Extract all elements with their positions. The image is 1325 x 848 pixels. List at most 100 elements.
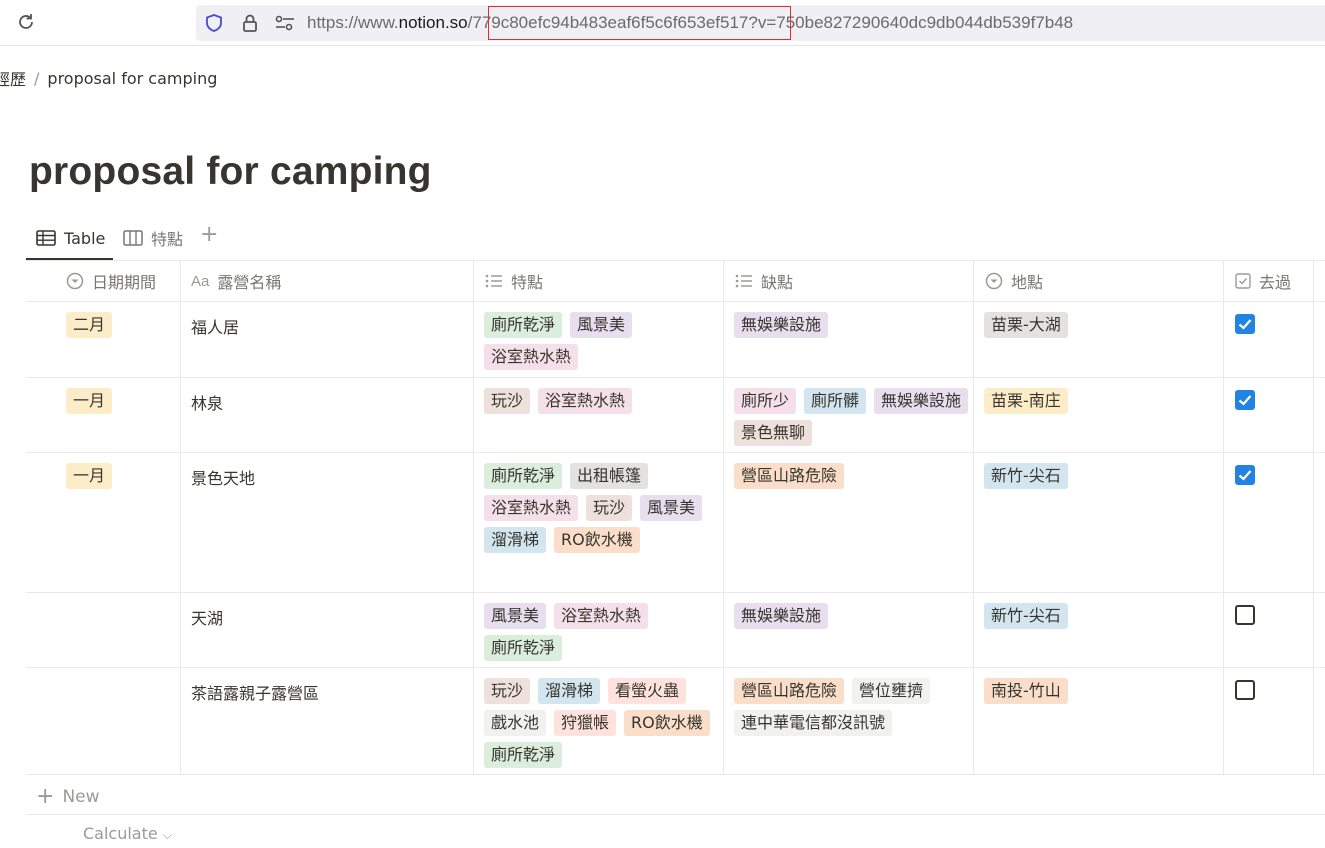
pros-cell[interactable]: 風景美 浴室熱水熱 廁所乾淨 xyxy=(484,603,724,661)
tab-board-label: 特點 xyxy=(151,230,184,249)
cons-cell[interactable]: 無娛樂設施 xyxy=(734,603,974,629)
pros-cell[interactable]: 玩沙 浴室熱水熱 xyxy=(484,388,724,414)
table-icon xyxy=(36,230,56,246)
add-view-button[interactable]: + xyxy=(200,222,218,247)
tag: 南投-竹山 xyxy=(984,678,1068,704)
tag: 狩獵帳 xyxy=(554,710,617,736)
cons-cell[interactable]: 營區山路危險 xyxy=(734,463,974,489)
visited-checkbox[interactable] xyxy=(1235,465,1255,485)
tag: 浴室熱水熱 xyxy=(484,344,579,370)
calculate-button[interactable]: Calculate ⌵ xyxy=(83,824,172,843)
row-divider xyxy=(26,452,1325,453)
tab-board[interactable]: 特點 xyxy=(123,224,183,252)
tag: 苗栗-大湖 xyxy=(984,312,1068,338)
url-highlight-box xyxy=(488,6,791,40)
column-header-visited[interactable]: 去過 xyxy=(1235,260,1291,302)
breadcrumb-current[interactable]: proposal for camping xyxy=(47,69,217,88)
tag: 營區山路危險 xyxy=(734,678,845,704)
visited-checkbox[interactable] xyxy=(1235,605,1255,625)
page-title[interactable]: proposal for camping xyxy=(29,150,432,194)
tag: 苗栗-南庄 xyxy=(984,388,1068,414)
tag: 廁所乾淨 xyxy=(484,463,563,489)
place-cell[interactable]: 苗栗-南庄 xyxy=(984,388,1214,414)
column-header-name[interactable]: Aa 露營名稱 xyxy=(191,260,281,302)
place-cell[interactable]: 新竹-尖石 xyxy=(984,463,1214,489)
place-cell[interactable]: 苗栗-大湖 xyxy=(984,312,1214,338)
permissions-icon[interactable] xyxy=(274,14,296,32)
tag: 戲水池 xyxy=(484,710,547,736)
date-tag: 一月 xyxy=(66,388,113,414)
breadcrumb-parent[interactable]: 經歷 xyxy=(0,66,26,90)
cons-cell[interactable]: 廁所少 廁所髒 無娛樂設施 景色無聊 xyxy=(734,388,974,446)
pros-cell[interactable]: 廁所乾淨 風景美 浴室熱水熱 xyxy=(484,312,724,370)
column-header-place[interactable]: 地點 xyxy=(985,260,1043,302)
row-divider xyxy=(26,667,1325,668)
row-divider xyxy=(26,592,1325,593)
plus-icon: + xyxy=(36,784,55,809)
column-header-cons-label: 缺點 xyxy=(761,273,794,292)
date-cell[interactable]: 二月 xyxy=(66,312,113,338)
calculate-label: Calculate xyxy=(83,824,158,843)
tag: 營位壅擠 xyxy=(852,678,931,704)
column-header-pros[interactable]: 特點 xyxy=(485,260,543,302)
pros-cell[interactable]: 玩沙 溜滑梯 看螢火蟲 戲水池 狩獵帳 RO飲水機 廁所乾淨 xyxy=(484,678,724,768)
shield-icon[interactable] xyxy=(204,13,224,33)
tag: 風景美 xyxy=(570,312,633,338)
tag: 新竹-尖石 xyxy=(984,463,1068,489)
url-field[interactable]: https://www.notion.so/779c80efc94b483eaf… xyxy=(196,5,1325,41)
tag: 營區山路危險 xyxy=(734,463,845,489)
column-header-pros-label: 特點 xyxy=(511,273,544,292)
tag: 溜滑梯 xyxy=(538,678,601,704)
breadcrumb: 經歷 / proposal for camping xyxy=(0,66,217,90)
list-icon xyxy=(485,274,502,288)
column-header-visited-label: 去過 xyxy=(1259,273,1292,292)
camp-name[interactable]: 林泉 xyxy=(191,390,223,414)
camp-name[interactable]: 福人居 xyxy=(191,314,239,338)
tag: 景色無聊 xyxy=(734,420,813,446)
lock-icon[interactable] xyxy=(240,13,260,33)
row-divider xyxy=(26,774,1325,775)
place-cell[interactable]: 新竹-尖石 xyxy=(984,603,1214,629)
place-cell[interactable]: 南投-竹山 xyxy=(984,678,1214,704)
camp-name[interactable]: 景色天地 xyxy=(191,465,255,489)
view-tabs: Table 特點 + xyxy=(26,216,1325,260)
table-footer-divider xyxy=(26,814,1325,815)
tab-table[interactable]: Table xyxy=(36,224,105,252)
browser-address-bar: https://www.notion.so/779c80efc94b483eaf… xyxy=(0,0,1325,46)
column-header-place-label: 地點 xyxy=(1011,273,1044,292)
visited-checkbox[interactable] xyxy=(1235,314,1255,334)
cons-cell[interactable]: 營區山路危險 營位壅擠 連中華電信都沒訊號 xyxy=(734,678,974,736)
visited-checkbox[interactable] xyxy=(1235,390,1255,410)
camp-name[interactable]: 天湖 xyxy=(191,605,223,629)
tag: 廁所少 xyxy=(734,388,797,414)
tag: 無娛樂設施 xyxy=(734,312,829,338)
visited-checkbox[interactable] xyxy=(1235,680,1255,700)
date-tag: 一月 xyxy=(66,463,113,489)
chevron-down-icon: ⌵ xyxy=(162,828,172,842)
reload-icon[interactable] xyxy=(14,12,38,34)
title-icon: Aa xyxy=(191,272,210,290)
column-header-date[interactable]: 日期期間 xyxy=(66,260,156,302)
tag: RO飲水機 xyxy=(554,527,640,553)
tag: 浴室熱水熱 xyxy=(484,495,579,521)
checkbox-icon xyxy=(1235,273,1251,289)
tag: 風景美 xyxy=(484,603,547,629)
breadcrumb-separator: / xyxy=(34,68,40,88)
tag: 無娛樂設施 xyxy=(734,603,829,629)
pros-cell[interactable]: 廁所乾淨 出租帳篷 浴室熱水熱 玩沙 風景美 溜滑梯 RO飲水機 xyxy=(484,463,724,553)
column-header-cons[interactable]: 缺點 xyxy=(735,260,793,302)
cons-cell[interactable]: 無娛樂設施 xyxy=(734,312,974,338)
tag: 玩沙 xyxy=(484,678,531,704)
tag: 新竹-尖石 xyxy=(984,603,1068,629)
board-icon xyxy=(123,230,143,246)
tag: 浴室熱水熱 xyxy=(538,388,633,414)
date-cell[interactable]: 一月 xyxy=(66,388,113,414)
date-cell[interactable]: 一月 xyxy=(66,463,113,489)
column-header-date-label: 日期期間 xyxy=(92,273,157,292)
camp-name[interactable]: 茶語露親子露營區 xyxy=(191,680,319,704)
tag: RO飲水機 xyxy=(624,710,710,736)
tag: 溜滑梯 xyxy=(484,527,547,553)
tab-table-label: Table xyxy=(64,228,106,248)
new-row-button[interactable]: + New xyxy=(36,784,100,809)
tag: 玩沙 xyxy=(484,388,531,414)
